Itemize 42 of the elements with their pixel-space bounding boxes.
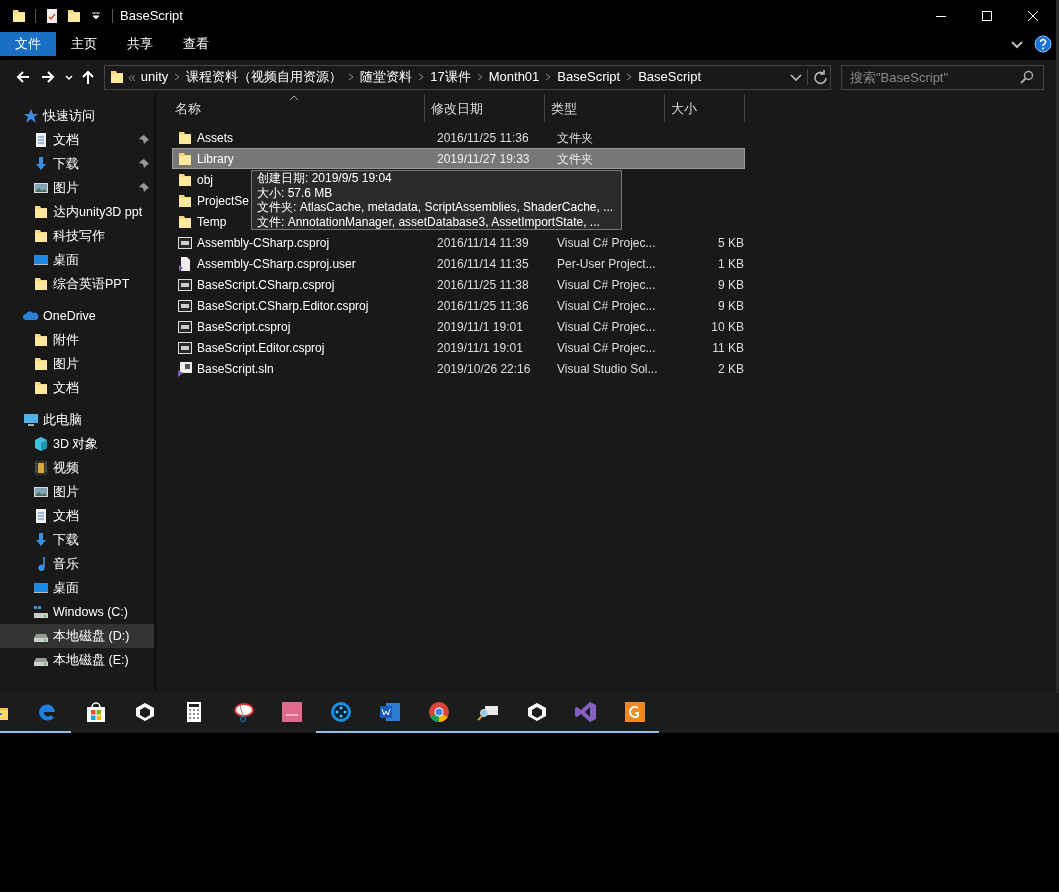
file-size: 11 KB (712, 340, 744, 355)
modified-date: 2016/11/14 11:35 (437, 256, 529, 271)
modified-date: 2016/11/14 11:39 (437, 235, 529, 250)
file-type: Visual Studio Sol... (557, 361, 658, 376)
file-name: obj (197, 171, 213, 189)
file-name: BaseScript.CSharp.Editor.csproj (197, 297, 369, 315)
file-type: Visual C# Projec... (557, 319, 656, 334)
tooltip-line: 大小: 57.6 MB (257, 185, 334, 200)
file-type: Visual C# Projec... (557, 298, 656, 313)
tooltip-line: 创建日期: 2019/9/5 19:04 (257, 171, 393, 186)
window-title: BaseScript (120, 7, 183, 26)
modified-date: 2016/11/25 11:36 (437, 130, 529, 145)
file-size: 1 KB (718, 256, 744, 271)
file-name: Assembly-CSharp.csproj (197, 234, 330, 252)
file-type: Visual C# Projec... (557, 277, 656, 292)
file-name: BaseScript.csproj (197, 318, 291, 336)
file-type: 文件夹 (557, 151, 593, 166)
file-type: Visual C# Projec... (557, 340, 656, 355)
file-type: 文件夹 (557, 130, 593, 145)
file-name: Library (197, 150, 234, 168)
file-name: Assets (197, 129, 233, 147)
file-name: BaseScript.sln (197, 360, 274, 378)
file-name: BaseScript.CSharp.csproj (197, 276, 335, 294)
modified-date: 2019/11/27 19:33 (437, 151, 530, 166)
file-size: 9 KB (718, 277, 744, 292)
file-type: Visual C# Projec... (557, 235, 656, 250)
file-name: ProjectSe (197, 192, 250, 210)
modified-date: 2016/11/25 11:36 (437, 298, 529, 313)
file-type: Per-User Project... (557, 256, 656, 271)
modified-date: 2019/11/1 19:01 (437, 340, 523, 355)
file-name: BaseScript.Editor.csproj (197, 339, 325, 357)
modified-date: 2019/11/1 19:01 (437, 319, 523, 334)
file-size: 10 KB (711, 319, 744, 334)
tooltip-line: 文件夹: AtlasCache, metadata, ScriptAssemblies, ShaderCache, ... (257, 200, 614, 215)
file-size: 2 KB (718, 361, 744, 376)
file-size: 9 KB (718, 298, 744, 313)
tooltip-line: 文件: AnnotationManager, assetDatabase3, AssetImportState, ... (257, 214, 601, 229)
file-name: Assembly-CSharp.csproj.user (197, 255, 356, 273)
modified-date: 2019/10/26 22:16 (437, 361, 531, 376)
file-size: 5 KB (718, 235, 744, 250)
file-name: Temp (197, 213, 227, 231)
modified-date: 2016/11/25 11:38 (437, 277, 529, 292)
